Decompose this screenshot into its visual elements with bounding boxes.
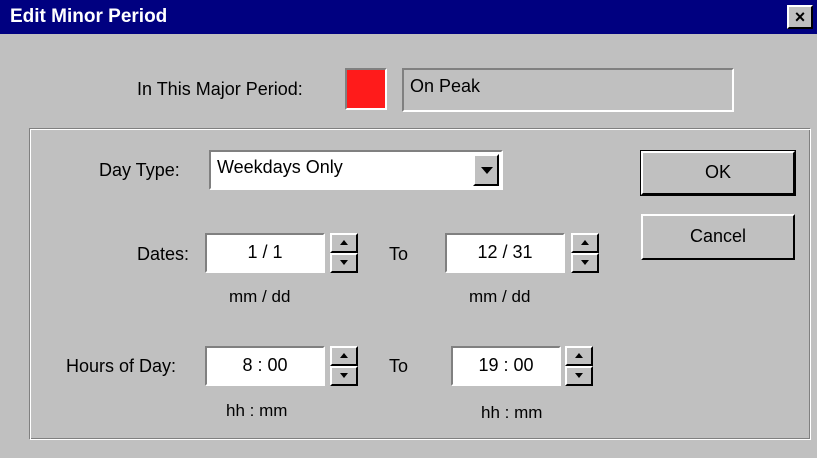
major-period-name: On Peak [410,76,481,96]
date-from-spinner[interactable] [330,233,358,273]
hour-from-input[interactable]: 8 : 00 [205,346,325,386]
hours-to-label: To [389,356,409,376]
date-from-value: 1 / 1 [247,242,283,262]
dates-label: Dates: [137,244,190,264]
hour-from-spinner[interactable] [330,346,358,386]
spin-up-icon[interactable] [565,346,593,366]
hour-to-spinner[interactable] [565,346,593,386]
date-to-input[interactable]: 12 / 31 [445,233,565,273]
spin-down-icon[interactable] [571,253,599,273]
spin-up-icon[interactable] [330,233,358,253]
close-icon: × [794,7,806,27]
dates-to-label: To [389,244,409,264]
major-period-color-swatch [345,68,387,110]
date-from-format-hint: mm / dd [229,287,291,306]
spin-down-icon[interactable] [330,366,358,386]
close-button[interactable]: × [787,5,813,29]
spin-down-icon[interactable] [330,253,358,273]
day-type-select[interactable]: Weekdays Only [209,150,503,190]
date-to-value: 12 / 31 [477,242,533,262]
title-bar: Edit Minor Period × [0,0,817,34]
major-period-name-field: On Peak [402,68,734,112]
date-from-input[interactable]: 1 / 1 [205,233,325,273]
chevron-down-icon[interactable] [473,154,499,186]
hour-to-input[interactable]: 19 : 00 [451,346,561,386]
ok-button[interactable]: OK [640,150,796,196]
hour-from-format-hint: hh : mm [226,401,288,420]
hour-from-value: 8 : 00 [242,355,288,375]
spin-up-icon[interactable] [330,346,358,366]
hours-label: Hours of Day: [66,356,177,376]
date-to-format-hint: mm / dd [469,287,531,306]
cancel-button[interactable]: Cancel [641,214,795,260]
major-period-label: In This Major Period: [137,79,303,99]
hour-to-value: 19 : 00 [478,355,534,375]
spin-up-icon[interactable] [571,233,599,253]
window-title: Edit Minor Period [10,6,168,27]
hour-to-format-hint: hh : mm [481,403,543,422]
spin-down-icon[interactable] [565,366,593,386]
day-type-label: Day Type: [99,160,180,180]
day-type-value: Weekdays Only [217,157,343,177]
date-to-spinner[interactable] [571,233,599,273]
